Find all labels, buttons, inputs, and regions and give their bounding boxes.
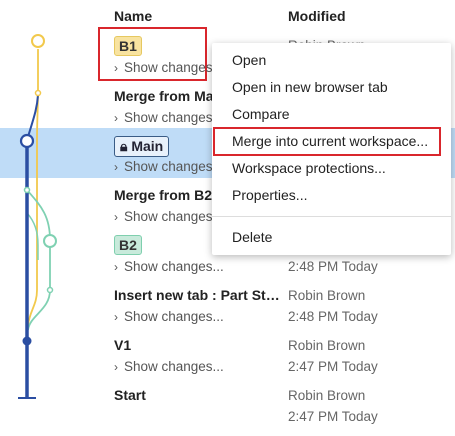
row-v1-show-changes[interactable]: › Show changes...: [114, 359, 224, 374]
row-v1-author: Robin Brown: [288, 338, 366, 353]
row-b2-show-changes[interactable]: › Show changes...: [114, 259, 224, 274]
row-v1-time: 2:47 PM Today: [288, 359, 378, 374]
row-merge-main-show-changes[interactable]: › Show changes...: [114, 110, 224, 125]
b2-node: [43, 234, 57, 248]
chevron-right-icon: ›: [114, 160, 118, 174]
version-graph: [18, 34, 57, 399]
row-main-show-changes[interactable]: › Show changes...: [114, 159, 224, 174]
row-start-time: 2:47 PM Today: [288, 409, 378, 424]
menu-item-compare[interactable]: Compare: [232, 106, 290, 122]
menu-item-workspace-protections[interactable]: Workspace protections...: [232, 160, 386, 176]
menu-item-open[interactable]: Open: [232, 52, 266, 68]
chevron-right-icon: ›: [114, 210, 118, 224]
row-b2-name[interactable]: B2: [114, 235, 142, 255]
v1-node: [22, 336, 32, 346]
row-merge-b2-name[interactable]: Merge from B2: [114, 187, 212, 203]
row-merge-b2-show-changes[interactable]: › Show changes...: [114, 209, 224, 224]
main-node: [19, 133, 35, 149]
b1-node: [31, 34, 45, 48]
row-insert-tab-show-changes[interactable]: › Show changes...: [114, 309, 224, 324]
chevron-right-icon: ›: [114, 310, 118, 324]
chevron-right-icon: ›: [114, 61, 118, 75]
row-start-author: Robin Brown: [288, 388, 366, 403]
lock-icon: 🔒︎: [120, 138, 128, 154]
name-column-header[interactable]: Name: [114, 8, 152, 24]
menu-item-delete[interactable]: Delete: [232, 229, 272, 245]
menu-item-properties[interactable]: Properties...: [232, 187, 307, 203]
chevron-right-icon: ›: [114, 260, 118, 274]
b2-badge[interactable]: B2: [114, 235, 142, 255]
row-start-name[interactable]: Start: [114, 387, 146, 403]
row-v1-name[interactable]: V1: [114, 337, 131, 353]
main-badge[interactable]: 🔒︎ Main: [114, 136, 170, 157]
chevron-right-icon: ›: [114, 360, 118, 374]
row-merge-main-name[interactable]: Merge from Main: [114, 88, 226, 104]
menu-item-open-new-tab[interactable]: Open in new browser tab: [232, 79, 388, 95]
row-insert-tab-name[interactable]: Insert new tab : Part Studio: [114, 287, 282, 303]
row-insert-tab-time: 2:48 PM Today: [288, 309, 378, 324]
menu-divider: [212, 216, 451, 217]
merge-highlight-box: [213, 127, 441, 156]
chevron-right-icon: ›: [114, 111, 118, 125]
row-b2-time: 2:48 PM Today: [288, 259, 378, 274]
modified-column-header[interactable]: Modified: [288, 8, 346, 24]
row-insert-tab-author: Robin Brown: [288, 288, 366, 303]
row-main-name[interactable]: 🔒︎ Main: [114, 136, 170, 157]
row-b1-show-changes[interactable]: › Show changes...: [114, 60, 224, 75]
